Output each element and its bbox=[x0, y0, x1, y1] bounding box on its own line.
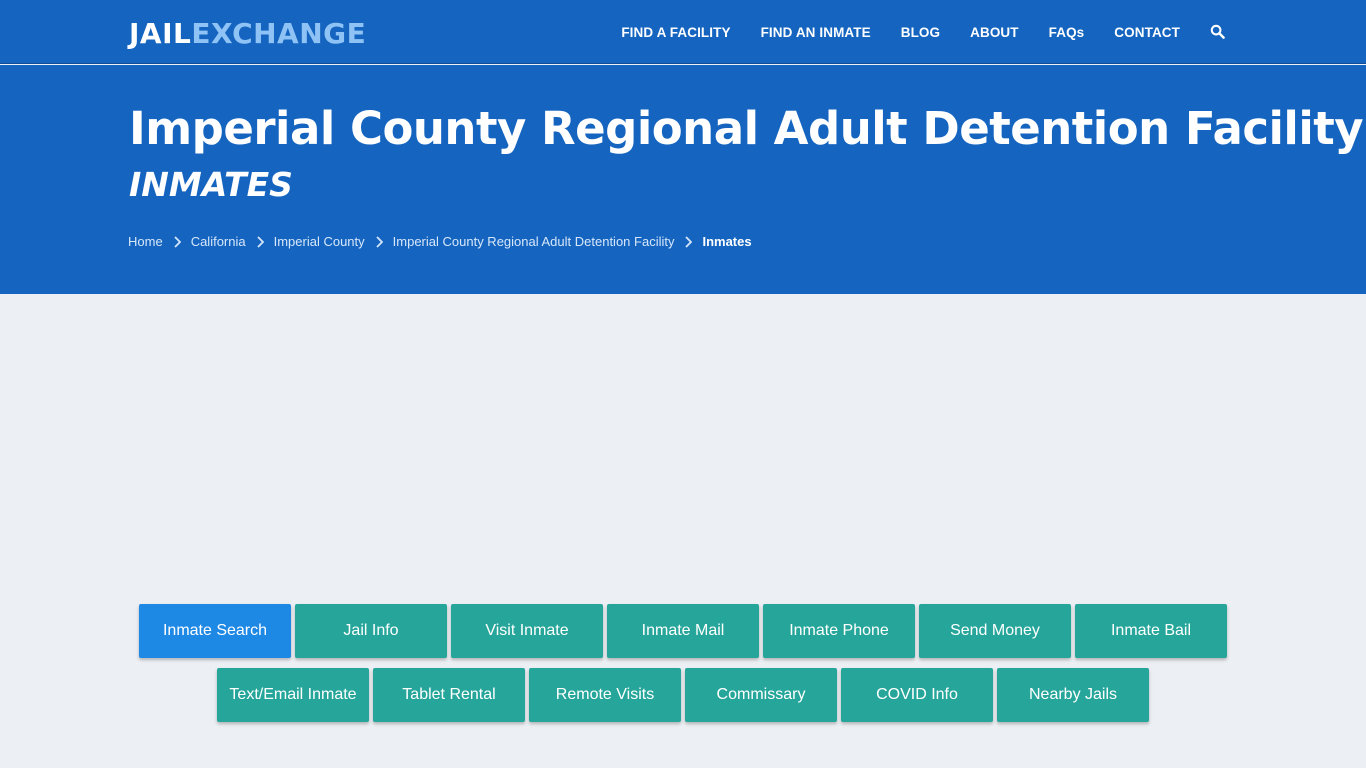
nav-about[interactable]: ABOUT bbox=[970, 25, 1019, 40]
facility-action-buttons: Inmate Search Jail Info Visit Inmate Inm… bbox=[0, 604, 1366, 732]
nav-find-facility[interactable]: FIND A FACILITY bbox=[621, 25, 730, 40]
page-subtitle: INMATES bbox=[129, 165, 293, 204]
site-logo[interactable]: JAILEXCHANGE bbox=[129, 17, 366, 50]
nearby-jails-button[interactable]: Nearby Jails bbox=[997, 668, 1149, 722]
button-row-1: Inmate Search Jail Info Visit Inmate Inm… bbox=[0, 604, 1366, 658]
commissary-button[interactable]: Commissary bbox=[685, 668, 837, 722]
chevron-right-icon bbox=[376, 235, 383, 248]
main-nav: FIND A FACILITY FIND AN INMATE BLOG ABOU… bbox=[591, 0, 1226, 64]
nav-faqs[interactable]: FAQs bbox=[1049, 25, 1085, 40]
text-email-inmate-button[interactable]: Text/Email Inmate bbox=[217, 668, 369, 722]
breadcrumb-home[interactable]: Home bbox=[128, 234, 163, 249]
visit-inmate-button[interactable]: Visit Inmate bbox=[451, 604, 603, 658]
chevron-right-icon bbox=[174, 235, 181, 248]
logo-text-jail: JAIL bbox=[129, 17, 192, 50]
search-icon[interactable] bbox=[1210, 24, 1226, 40]
nav-contact[interactable]: CONTACT bbox=[1114, 25, 1180, 40]
jail-info-button[interactable]: Jail Info bbox=[295, 604, 447, 658]
inmate-bail-button[interactable]: Inmate Bail bbox=[1075, 604, 1227, 658]
covid-info-button[interactable]: COVID Info bbox=[841, 668, 993, 722]
breadcrumb-facility[interactable]: Imperial County Regional Adult Detention… bbox=[393, 234, 675, 249]
nav-blog[interactable]: BLOG bbox=[901, 25, 940, 40]
chevron-right-icon bbox=[256, 235, 264, 248]
nav-find-inmate[interactable]: FIND AN INMATE bbox=[761, 25, 871, 40]
inmate-search-button[interactable]: Inmate Search bbox=[139, 604, 291, 658]
inmate-phone-button[interactable]: Inmate Phone bbox=[763, 604, 915, 658]
breadcrumb-county[interactable]: Imperial County bbox=[274, 234, 365, 249]
page-title: Imperial County Regional Adult Detention… bbox=[129, 102, 1364, 155]
hero-banner: Imperial County Regional Adult Detention… bbox=[0, 65, 1366, 294]
remote-visits-button[interactable]: Remote Visits bbox=[529, 668, 681, 722]
button-row-2: Text/Email Inmate Tablet Rental Remote V… bbox=[0, 668, 1366, 722]
tablet-rental-button[interactable]: Tablet Rental bbox=[373, 668, 525, 722]
breadcrumb-current: Inmates bbox=[702, 234, 752, 249]
inmate-mail-button[interactable]: Inmate Mail bbox=[607, 604, 759, 658]
chevron-right-icon bbox=[685, 235, 693, 248]
breadcrumb: Home California Imperial County Imperial… bbox=[128, 234, 752, 249]
top-navbar: JAILEXCHANGE FIND A FACILITY FIND AN INM… bbox=[0, 0, 1366, 64]
logo-text-exchange: EXCHANGE bbox=[191, 17, 367, 50]
send-money-button[interactable]: Send Money bbox=[919, 604, 1071, 658]
breadcrumb-state[interactable]: California bbox=[191, 234, 246, 249]
